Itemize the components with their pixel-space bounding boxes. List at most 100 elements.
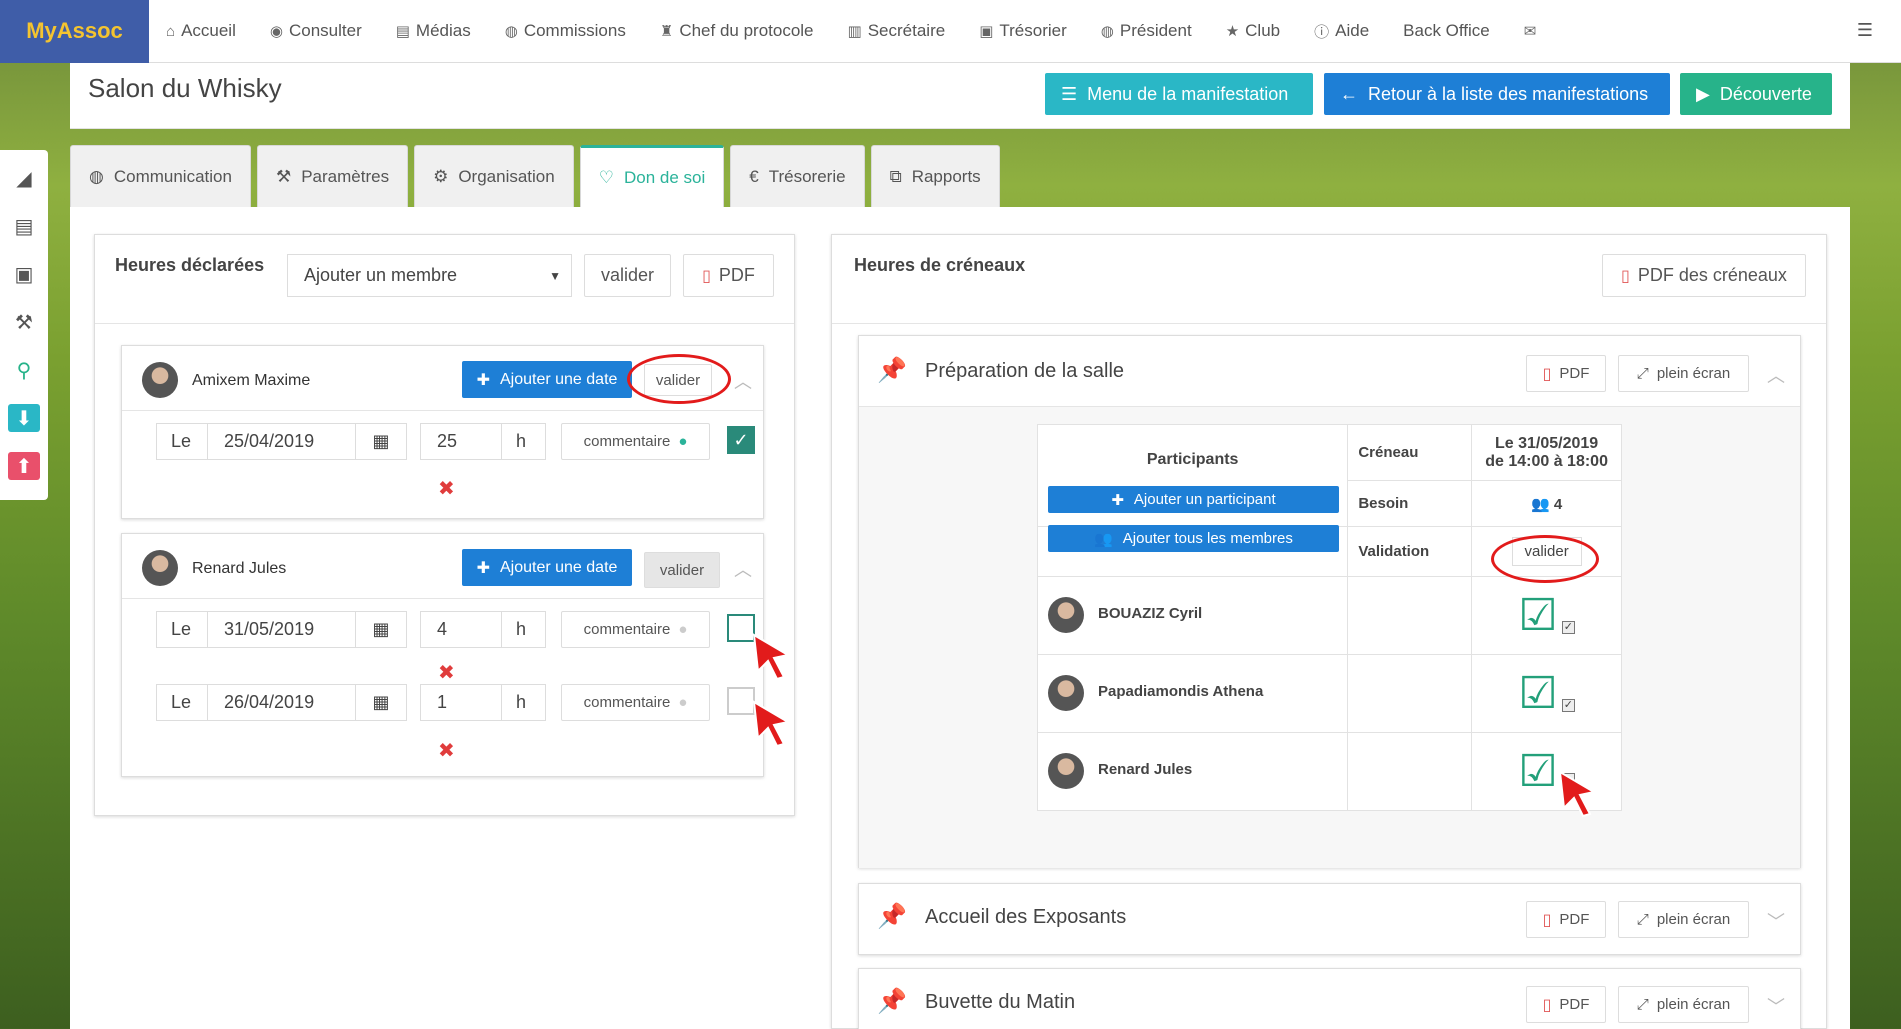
document-icon[interactable]: ▤: [8, 212, 40, 240]
list-icon: ☰: [1061, 83, 1078, 104]
nav-menu: ⌂ Accueil ◉ Consulter ▤ Médias ◍ Commissions…: [149, 0, 1553, 63]
money-icon[interactable]: ▣: [8, 260, 40, 288]
map-marker-icon[interactable]: ⚲: [8, 356, 40, 384]
nav-item-aide[interactable]: ⓘ Aide: [1297, 0, 1386, 63]
fullscreen-button[interactable]: ⤢ plein écran: [1618, 901, 1749, 938]
button-label: plein écran: [1656, 911, 1731, 928]
tab-parametres[interactable]: ⚒ Paramètres: [256, 145, 409, 207]
nav-label: Consulter: [288, 21, 362, 40]
besoin-number: 4: [1553, 495, 1563, 513]
comment-button[interactable]: commentaire ●: [561, 423, 710, 460]
avatar: [142, 550, 178, 586]
member-validate-button[interactable]: valider: [644, 552, 720, 588]
nav-label: Club: [1245, 21, 1281, 40]
brand-logo[interactable]: MyAssoc: [0, 0, 149, 63]
nav-item-mail[interactable]: ✉: [1507, 0, 1554, 63]
section-title: Buvette du Matin: [925, 991, 1076, 1013]
divider: [95, 323, 794, 324]
delete-entry-icon[interactable]: ✖: [438, 476, 455, 501]
add-date-button[interactable]: ✚ Ajouter une date: [462, 549, 632, 586]
caret-down-icon: ▼: [549, 268, 561, 283]
tab-communication[interactable]: ◍ Communication: [70, 145, 251, 207]
tab-don-de-soi[interactable]: ♡ Don de soi: [579, 145, 725, 207]
tab-rapports[interactable]: ⧉ Rapports: [870, 145, 1000, 207]
comment-button[interactable]: commentaire ●: [561, 611, 710, 648]
nav-item-commissions[interactable]: ◍ Commissions: [488, 0, 643, 63]
participant-validation: ☑ ✓: [1471, 576, 1622, 655]
nav-item-accueil[interactable]: ⌂ Accueil: [149, 0, 253, 63]
cursor-arrow-icon: [752, 633, 791, 681]
pin-icon: 📌: [877, 988, 907, 1015]
nav-item-medias[interactable]: ▤ Médias: [379, 0, 488, 63]
nav-item-consulter[interactable]: ◉ Consulter: [253, 0, 379, 63]
fullscreen-button[interactable]: ⤢ plein écran: [1618, 355, 1749, 392]
calendar-icon[interactable]: ▦: [355, 423, 407, 460]
nav-item-chef-protocole[interactable]: ♜ Chef du protocole: [643, 0, 831, 63]
nav-item-president[interactable]: ◍ Président: [1084, 0, 1209, 63]
divider: [832, 323, 1826, 324]
creneau-value: Le 31/05/2019 de 14:00 à 18:00: [1471, 424, 1622, 481]
section-pdf-button[interactable]: ▯ PDF: [1526, 355, 1606, 392]
tab-organisation[interactable]: ⚙ Organisation: [414, 145, 574, 207]
comment-button[interactable]: commentaire ●: [561, 684, 710, 721]
section-pdf-button[interactable]: ▯ PDF: [1526, 986, 1606, 1023]
back-to-list-button[interactable]: ← Retour à la liste des manifestations: [1324, 73, 1670, 115]
add-date-button[interactable]: ✚ Ajouter une date: [462, 361, 632, 398]
nav-item-tresorier[interactable]: ▣ Trésorier: [962, 0, 1084, 63]
nav-item-back-office[interactable]: Back Office: [1386, 0, 1507, 63]
pdf-button[interactable]: ▯ PDF: [683, 254, 774, 297]
hours-unit: h: [501, 611, 546, 648]
nav-label: Back Office: [1403, 21, 1490, 40]
panel-title: Heures déclarées: [115, 255, 265, 275]
button-label: commentaire: [583, 433, 671, 450]
discover-button[interactable]: ▶ Découverte: [1680, 73, 1832, 115]
download-arrow-icon[interactable]: ⬇: [8, 404, 40, 432]
hours-input[interactable]: 4: [420, 611, 502, 648]
add-member-select[interactable]: Ajouter un membre ▼: [287, 254, 572, 297]
chart-icon[interactable]: ◢: [8, 164, 40, 192]
entry-checkbox[interactable]: [727, 687, 755, 715]
pdf-slots-button[interactable]: ▯ PDF des créneaux: [1602, 254, 1806, 297]
fullscreen-button[interactable]: ⤢ plein écran: [1618, 986, 1749, 1023]
creneau-label: Créneau: [1347, 424, 1473, 481]
nav-item-club[interactable]: ★ Club: [1209, 0, 1297, 63]
menu-toggle-icon[interactable]: ☰: [1857, 20, 1873, 41]
add-participant-button[interactable]: ✚ Ajouter un participant: [1048, 486, 1339, 513]
button-label: commentaire: [583, 621, 671, 638]
section-title: Préparation de la salle: [925, 360, 1125, 382]
chevron-up-icon[interactable]: ︿: [1767, 362, 1785, 388]
plus-icon: ✚: [1111, 491, 1124, 509]
wrench-icon[interactable]: ⚒: [8, 308, 40, 336]
chevron-up-icon[interactable]: ︿: [734, 368, 752, 394]
calendar-icon[interactable]: ▦: [355, 611, 407, 648]
hours-input[interactable]: 1: [420, 684, 502, 721]
participant-checkbox[interactable]: ✓: [1561, 698, 1575, 712]
delete-entry-icon[interactable]: ✖: [438, 738, 455, 763]
calendar-icon[interactable]: ▦: [355, 684, 407, 721]
delete-entry-icon[interactable]: ✖: [438, 660, 455, 685]
nav-label: Médias: [415, 21, 471, 40]
date-input[interactable]: 26/04/2019: [207, 684, 356, 721]
entry-checkbox[interactable]: ✓: [727, 426, 755, 454]
date-input[interactable]: 25/04/2019: [207, 423, 356, 460]
entry-checkbox[interactable]: [727, 614, 755, 642]
hours-input[interactable]: 25: [420, 423, 502, 460]
upload-arrow-icon[interactable]: ⬆: [8, 452, 40, 480]
top-navbar: MyAssoc ⌂ Accueil ◉ Consulter ▤ Médias ◍ Com…: [0, 0, 1901, 63]
book-icon: ▥: [847, 23, 862, 40]
event-menu-button[interactable]: ☰ Menu de la manifestation: [1045, 73, 1313, 115]
globe-icon: ◍: [89, 166, 104, 186]
chevron-down-icon[interactable]: ﹀: [1767, 993, 1785, 1019]
section-pdf-button[interactable]: ▯ PDF: [1526, 901, 1606, 938]
add-all-members-button[interactable]: 👥 Ajouter tous les membres: [1048, 525, 1339, 552]
chevron-down-icon[interactable]: ﹀: [1767, 908, 1785, 934]
participant-validation: ☑: [1471, 732, 1622, 811]
validate-button[interactable]: valider: [584, 254, 671, 297]
tab-tresorerie[interactable]: € Trésorerie: [730, 145, 865, 207]
check-icon: ☑: [1518, 746, 1558, 796]
nav-item-secretaire[interactable]: ▥ Secrétaire: [831, 0, 963, 63]
chevron-up-icon[interactable]: ︿: [734, 556, 752, 582]
button-label: Ajouter une date: [499, 370, 618, 388]
date-input[interactable]: 31/05/2019: [207, 611, 356, 648]
participant-checkbox[interactable]: ✓: [1561, 620, 1575, 634]
